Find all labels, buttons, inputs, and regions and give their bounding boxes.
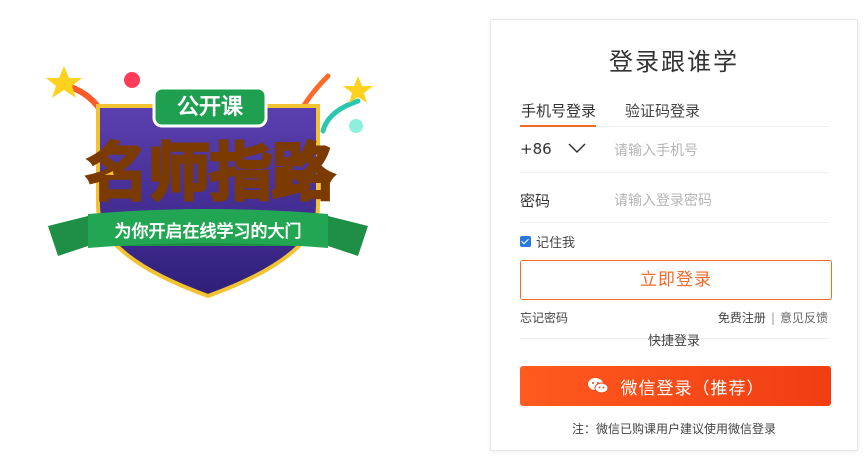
page-title: 登录跟谁学 [609, 48, 739, 76]
remember-me-checkbox[interactable]: 记住我 [520, 232, 575, 251]
wechat-note: 注：微信已购课用户建议使用微信登录 [571, 422, 776, 436]
remember-me-label: 记住我 [536, 236, 576, 251]
country-code[interactable]: +86 [520, 140, 552, 158]
link-separator: | [770, 311, 775, 325]
password-input[interactable] [612, 188, 816, 214]
chevron-down-icon[interactable] [568, 142, 586, 154]
promo-banner: 公开课 名师指路 为你开启在线学习的大门 [28, 56, 388, 316]
login-panel: 登录跟谁学 手机号登录 验证码登录 +86 密码 记住我 立即登录 忘记密码 免… [490, 19, 858, 451]
forgot-password-link[interactable]: 忘记密码 [520, 309, 568, 326]
active-tab-indicator [520, 125, 596, 127]
feedback-link[interactable]: 意见反馈 [780, 311, 828, 325]
ribbon-text: 为你开启在线学习的大门 [115, 221, 302, 242]
phone-row: +86 [520, 128, 828, 173]
phone-input[interactable] [612, 138, 816, 164]
tab-code-login[interactable]: 验证码登录 [625, 100, 700, 121]
wechat-login-button[interactable]: 微信登录（推荐） [520, 366, 831, 406]
password-label: 密码 [520, 192, 551, 210]
tab-phone-login[interactable]: 手机号登录 [521, 100, 596, 121]
wechat-login-label: 微信登录（推荐） [620, 378, 765, 399]
register-link[interactable]: 免费注册 [718, 311, 766, 325]
headline-text: 名师指路 [86, 136, 335, 209]
promo-illustration: 公开课 名师指路 为你开启在线学习的大门 [46, 66, 373, 299]
checkbox-checked-icon[interactable] [520, 236, 531, 247]
footer-links: 免费注册 | 意见反馈 [718, 309, 828, 326]
login-button[interactable]: 立即登录 [520, 260, 832, 300]
password-row: 密码 [520, 178, 828, 223]
badge-text: 公开课 [177, 95, 244, 120]
quick-login-label: 快捷登录 [647, 334, 700, 349]
wechat-icon [587, 378, 608, 394]
